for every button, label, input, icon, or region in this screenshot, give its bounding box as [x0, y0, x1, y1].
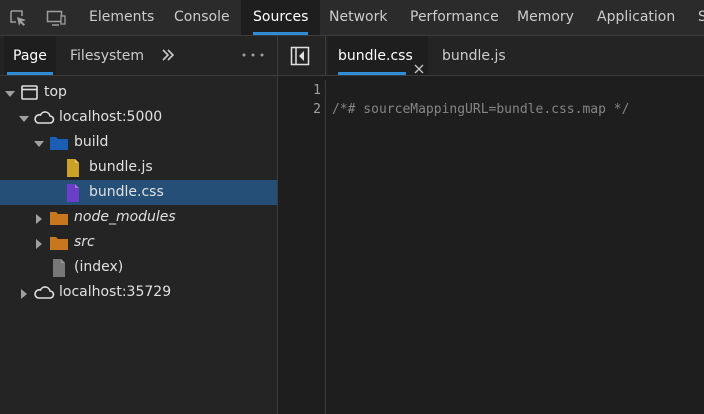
tab-elements[interactable]: Elements	[77, 0, 166, 35]
editor-tab-label: bundle.css	[338, 48, 413, 64]
editor-tab-label: bundle.js	[442, 48, 506, 64]
tree-item-top[interactable]: top	[0, 80, 277, 105]
tab-network[interactable]: Network	[317, 0, 399, 35]
folder-icon	[49, 233, 69, 253]
tree-item-index[interactable]: (index)	[0, 255, 277, 280]
tab-console[interactable]: Console	[162, 0, 242, 35]
tree-item-label: (index)	[74, 259, 124, 275]
line-number-gutter: 1 2	[278, 80, 326, 414]
tab-performance[interactable]: Performance	[398, 0, 511, 35]
editor-tab-bundle-js[interactable]: bundle.js	[432, 36, 516, 75]
editor-tab-bundle-css[interactable]: bundle.css	[328, 36, 428, 75]
folder-icon	[49, 133, 69, 153]
tree-item-label: localhost:5000	[59, 109, 163, 125]
tree-item-bundle-css[interactable]: bundle.css	[0, 180, 277, 205]
tab-sources[interactable]: Sources	[241, 0, 321, 35]
tab-page[interactable]: Page	[4, 36, 56, 75]
toggle-navigator-button[interactable]	[278, 36, 326, 75]
editor-tabbar: bundle.css bundle.js	[278, 36, 704, 76]
tree-item-label: top	[44, 84, 67, 100]
more-options-icon[interactable]	[240, 46, 266, 64]
toggle-navigator-icon	[290, 46, 310, 66]
navigator-tabbar: Page Filesystem	[0, 36, 277, 76]
cloud-icon	[33, 283, 55, 303]
tree-item-label: bundle.js	[89, 159, 153, 175]
tree-item-label: bundle.css	[89, 184, 164, 200]
tree-item-label: src	[74, 234, 95, 250]
tree-item-localhost-35729[interactable]: localhost:35729	[0, 280, 277, 305]
collapsed-arrow-icon[interactable]	[34, 237, 44, 249]
source-editor: bundle.css bundle.js 1 2 /*# sourceMappi…	[278, 36, 704, 414]
close-icon[interactable]	[414, 50, 424, 74]
double-chevron-right-icon[interactable]	[158, 45, 178, 65]
cloud-icon	[33, 108, 55, 128]
tree-item-build[interactable]: build	[0, 130, 277, 155]
expanded-arrow-icon[interactable]	[5, 87, 15, 97]
sources-navigator: Page Filesystem top localhost:5000 build…	[0, 36, 278, 414]
document-icon	[49, 258, 69, 278]
tab-application[interactable]: Application	[585, 0, 687, 35]
tree-item-node-modules[interactable]: node_modules	[0, 205, 277, 230]
tree-item-label: node_modules	[74, 209, 176, 225]
tree-item-src[interactable]: src	[0, 230, 277, 255]
devtools-main-toolbar: Elements Console Sources Network Perform…	[0, 0, 704, 36]
inspect-element-icon[interactable]	[8, 8, 28, 28]
collapsed-arrow-icon[interactable]	[19, 287, 29, 299]
code-line[interactable]: /*# sourceMappingURL=bundle.css.map */	[332, 100, 629, 119]
tab-overflow[interactable]: S	[686, 0, 704, 35]
collapsed-arrow-icon[interactable]	[34, 212, 44, 224]
device-toolbar-icon[interactable]	[46, 8, 66, 28]
tab-filesystem[interactable]: Filesystem	[61, 36, 153, 75]
tree-item-bundle-js[interactable]: bundle.js	[0, 155, 277, 180]
tab-memory[interactable]: Memory	[505, 0, 586, 35]
expanded-arrow-icon[interactable]	[34, 137, 44, 147]
tree-item-localhost-5000[interactable]: localhost:5000	[0, 105, 277, 130]
js-file-icon	[63, 158, 83, 178]
tree-item-label: build	[74, 134, 109, 150]
line-number: 2	[313, 102, 321, 117]
tree-item-label: localhost:35729	[59, 284, 172, 300]
css-file-icon	[63, 183, 83, 203]
frame-icon	[20, 83, 40, 103]
folder-icon	[49, 208, 69, 228]
expanded-arrow-icon[interactable]	[19, 112, 29, 122]
line-number: 1	[313, 83, 321, 98]
